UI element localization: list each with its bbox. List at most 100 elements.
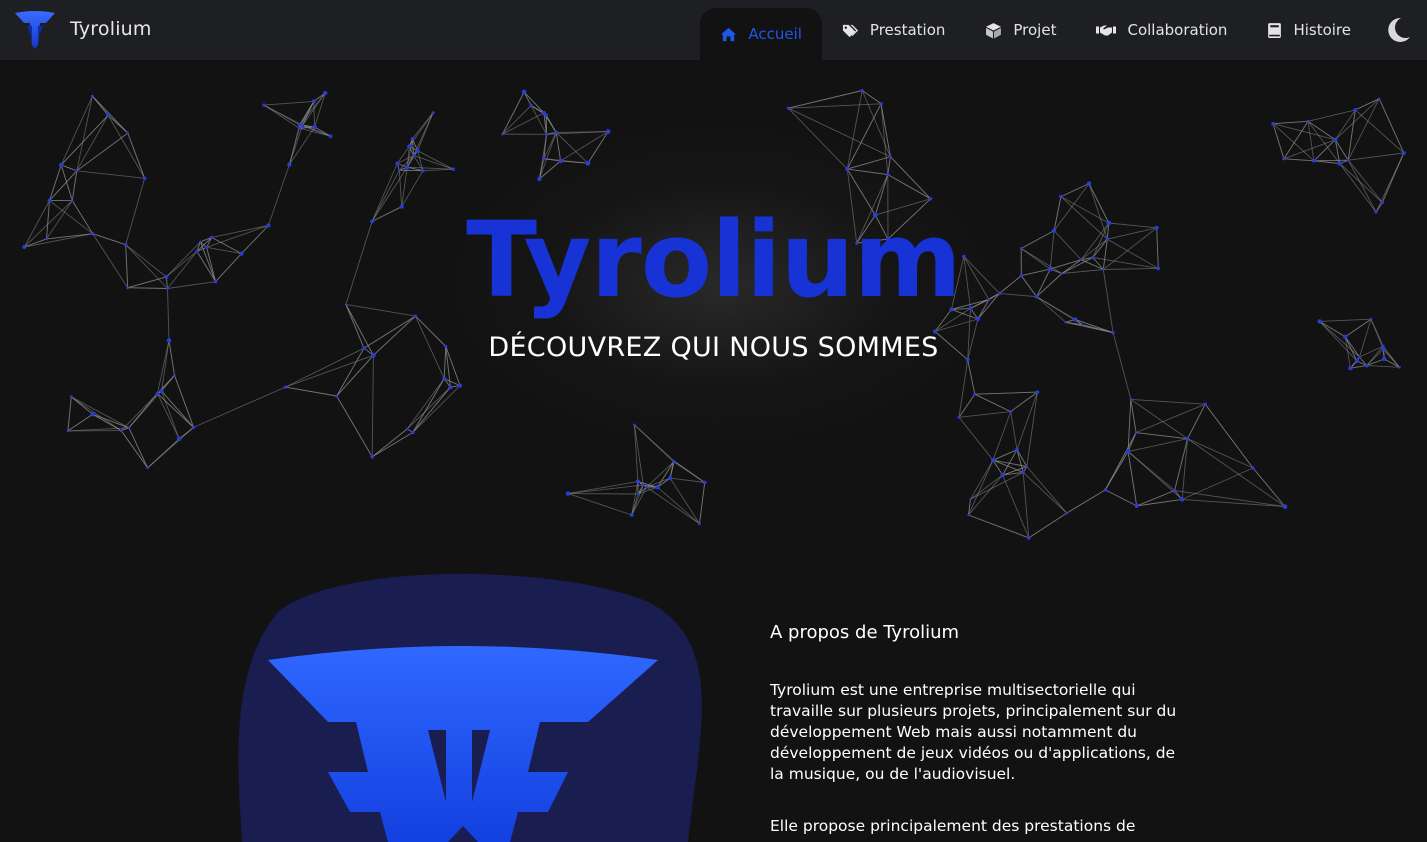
network-line <box>847 169 888 175</box>
network-line <box>881 104 888 175</box>
network-dot <box>1282 157 1285 160</box>
network-dot <box>1173 489 1176 492</box>
network-dot <box>412 154 415 157</box>
nav-item-projet[interactable]: Projet <box>965 0 1076 60</box>
network-line <box>847 91 862 170</box>
network-dot <box>1027 536 1031 540</box>
about-title: A propos de Tyrolium <box>770 622 959 643</box>
network-line <box>1029 513 1067 538</box>
network-line <box>1308 121 1335 139</box>
network-line <box>568 485 643 494</box>
network-dot <box>405 165 410 170</box>
network-line <box>1308 121 1314 161</box>
book-icon <box>1267 22 1282 39</box>
brand-link[interactable]: Tyrolium <box>14 9 152 49</box>
network-dot <box>1126 449 1131 454</box>
network-dot <box>67 430 70 433</box>
network-line <box>1355 99 1379 110</box>
network-dot <box>633 424 636 427</box>
network-dot <box>1283 504 1288 509</box>
network-line <box>93 414 129 428</box>
network-line <box>77 96 93 171</box>
network-dot <box>301 124 304 127</box>
theme-toggle-button[interactable] <box>1371 0 1427 60</box>
nav-item-accueil[interactable]: Accueil <box>700 8 822 61</box>
network-line <box>1067 490 1106 513</box>
network-dot <box>451 167 455 171</box>
network-line <box>700 483 705 524</box>
network-line <box>1379 99 1404 153</box>
network-line <box>1182 468 1253 499</box>
network-dot <box>636 479 640 483</box>
network-dot <box>298 127 301 130</box>
network-line <box>1061 184 1089 197</box>
network-dot <box>1398 366 1401 369</box>
tyrolium-logo-icon <box>14 9 56 49</box>
network-line <box>969 475 1003 515</box>
network-dot <box>1104 488 1107 491</box>
network-line <box>61 165 77 171</box>
network-dot <box>127 132 130 135</box>
network-dot <box>1348 366 1352 370</box>
network-line <box>634 425 638 482</box>
network-line <box>372 432 413 456</box>
network-line <box>634 425 643 485</box>
network-dot <box>143 177 147 181</box>
nav-item-collaboration[interactable]: Collaboration <box>1076 0 1247 60</box>
network-line <box>556 133 560 161</box>
network-line <box>503 92 525 134</box>
network-line <box>1348 153 1404 160</box>
network-line <box>1027 467 1067 514</box>
network-line <box>1011 412 1017 450</box>
nav-label-accueil: Accueil <box>748 25 802 43</box>
network-dot <box>668 476 672 480</box>
network-dot <box>411 137 415 141</box>
network-line <box>1128 439 1187 452</box>
network-line <box>1105 433 1136 490</box>
network-dot <box>146 467 149 470</box>
network-dot <box>886 173 889 176</box>
about-logo-image <box>228 572 704 842</box>
cube-icon <box>985 22 1002 39</box>
network-dot <box>879 102 882 105</box>
network-dot <box>1337 161 1342 166</box>
network-dot <box>630 513 634 517</box>
network-line <box>568 494 632 515</box>
nav-label-histoire: Histoire <box>1293 21 1351 39</box>
network-line <box>546 115 556 132</box>
network-line <box>148 427 194 468</box>
network-dot <box>645 486 648 489</box>
network-line <box>68 397 71 431</box>
tags-icon <box>842 22 859 39</box>
network-dot <box>1271 122 1275 126</box>
network-line <box>129 391 162 428</box>
network-dot <box>262 103 265 106</box>
network-dot <box>1180 497 1185 502</box>
network-line <box>993 460 1023 472</box>
network-line <box>959 360 968 418</box>
network-line <box>264 105 303 125</box>
network-line <box>162 391 194 427</box>
network-line <box>407 387 450 429</box>
network-line <box>418 151 454 169</box>
nav-item-prestation[interactable]: Prestation <box>822 0 965 60</box>
network-line <box>372 355 373 457</box>
network-line <box>1128 452 1182 500</box>
nav-item-histoire[interactable]: Histoire <box>1247 0 1371 60</box>
brand-name: Tyrolium <box>70 18 152 40</box>
network-dot <box>637 493 640 496</box>
network-dot <box>558 159 563 164</box>
network-line <box>1335 99 1379 140</box>
network-line <box>1027 392 1038 466</box>
network-dot <box>1347 159 1350 162</box>
network-dot <box>458 384 462 388</box>
network-line <box>556 133 588 164</box>
network-line <box>969 515 1029 538</box>
network-line <box>71 397 121 431</box>
network-dot <box>522 90 527 95</box>
network-line <box>1284 159 1314 161</box>
network-dot <box>1365 364 1369 368</box>
network-line <box>969 460 994 515</box>
network-dot <box>442 377 446 381</box>
network-dot <box>545 113 548 116</box>
